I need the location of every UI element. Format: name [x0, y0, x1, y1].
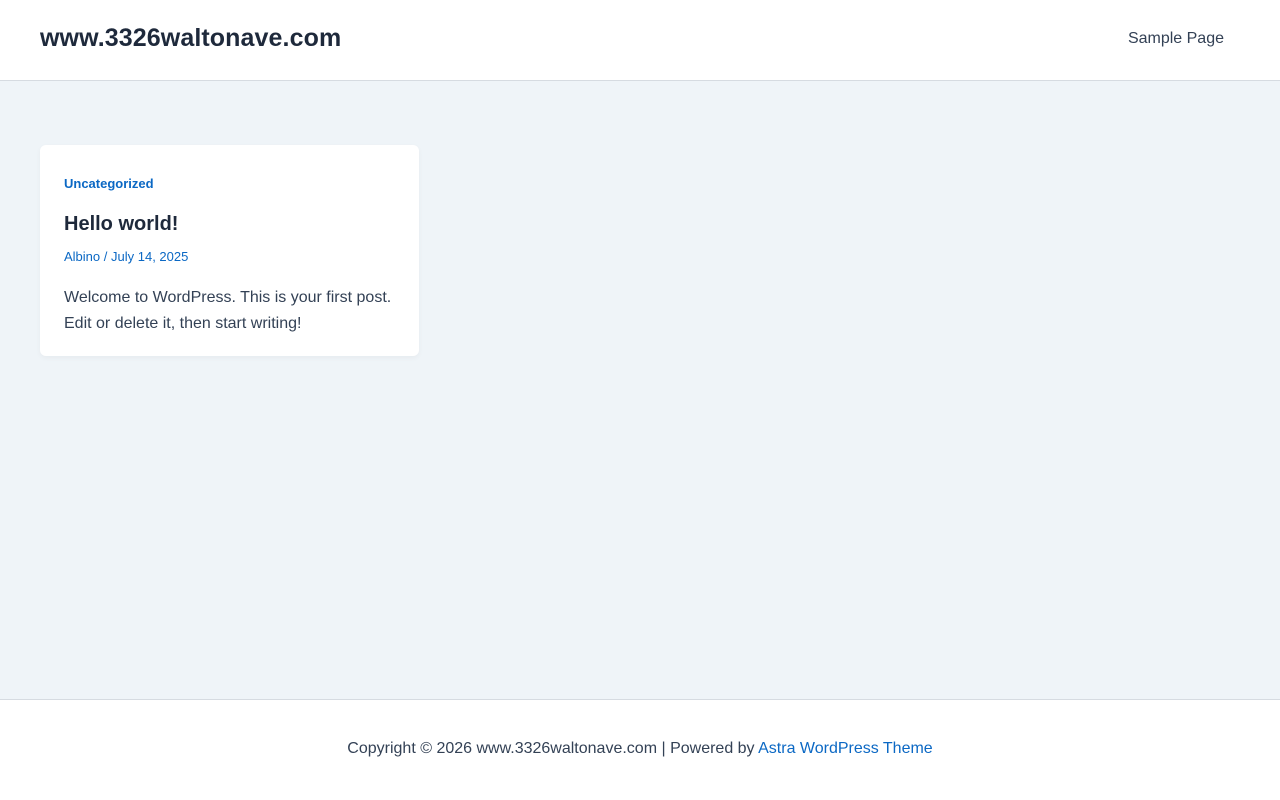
post-date-link[interactable]: July 14, 2025	[111, 249, 188, 264]
content-area: Uncategorized Hello world! Albino / July…	[0, 81, 1280, 699]
post-meta: Albino / July 14, 2025	[64, 249, 395, 265]
post-card: Uncategorized Hello world! Albino / July…	[40, 145, 419, 356]
primary-navigation: Sample Page	[1128, 30, 1224, 48]
footer-theme-link[interactable]: Astra WordPress Theme	[758, 740, 933, 757]
post-meta-separator: /	[103, 249, 108, 264]
site-title-link[interactable]: www.3326waltonave.com	[40, 24, 341, 53]
post-category-link[interactable]: Uncategorized	[64, 176, 154, 192]
footer-copyright: Copyright © 2026 www.3326waltonave.com |…	[0, 740, 1280, 758]
post-excerpt: Welcome to WordPress. This is your first…	[64, 289, 392, 332]
nav-item-sample-page[interactable]: Sample Page	[1128, 30, 1224, 47]
post-author-link[interactable]: Albino	[64, 249, 100, 264]
post-title-link[interactable]: Hello world!	[64, 211, 395, 237]
site-header: www.3326waltonave.com Sample Page	[0, 0, 1280, 81]
footer-copyright-text: Copyright © 2026 www.3326waltonave.com |…	[347, 740, 755, 757]
site-footer: Copyright © 2026 www.3326waltonave.com |…	[0, 699, 1280, 800]
